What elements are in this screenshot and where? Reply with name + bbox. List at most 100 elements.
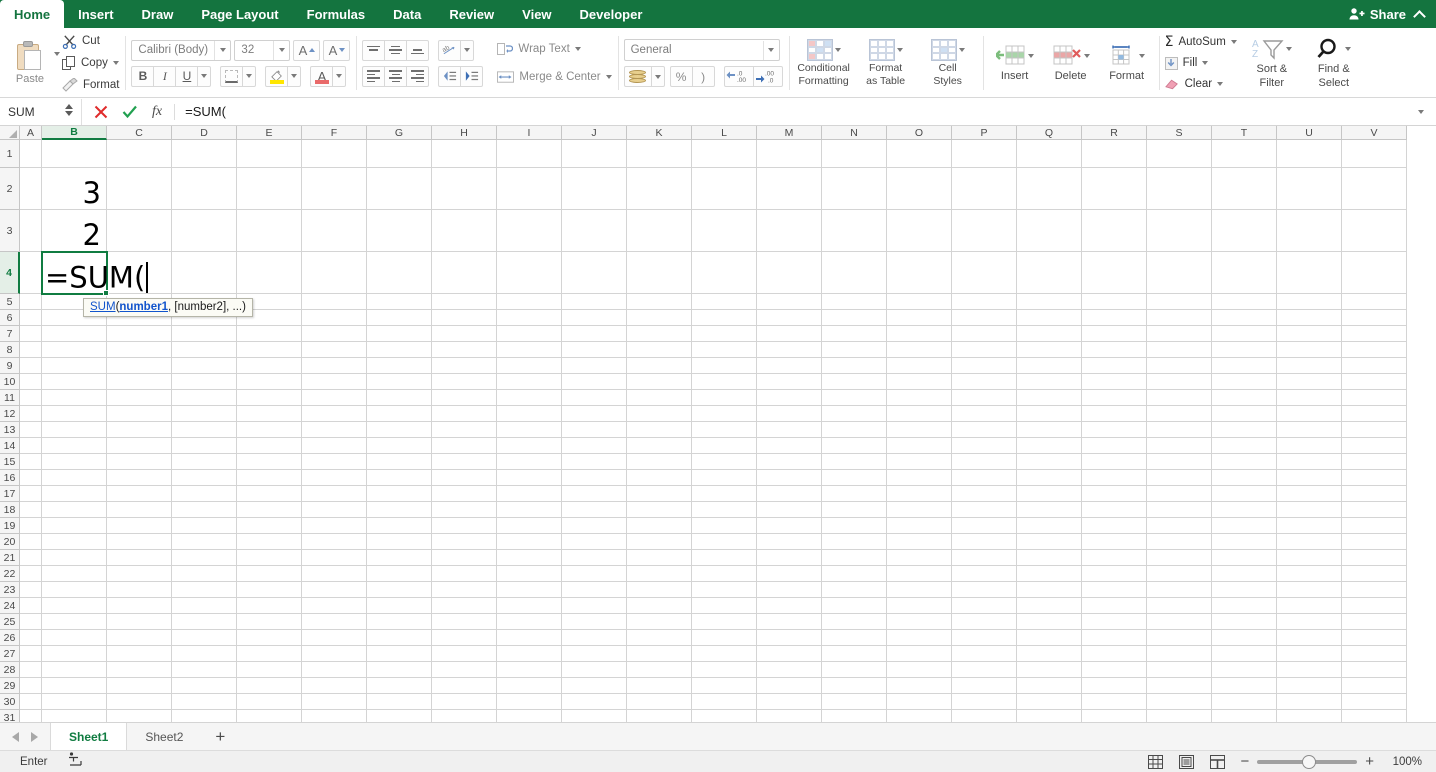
cell-M31[interactable] [757,710,822,722]
cell-T6[interactable] [1212,310,1277,326]
cell-D2[interactable] [172,168,237,210]
zoom-slider[interactable] [1257,760,1357,764]
cell-R18[interactable] [1082,502,1147,518]
cell-F28[interactable] [302,662,367,678]
cell-L22[interactable] [692,566,757,582]
format-cells-dropdown-icon[interactable] [1139,54,1145,58]
cell-L14[interactable] [692,438,757,454]
cell-S16[interactable] [1147,470,1212,486]
cell-Q13[interactable] [1017,422,1082,438]
cell-I11[interactable] [497,390,562,406]
cell-A22[interactable] [20,566,42,582]
cell-G11[interactable] [367,390,432,406]
row-header-19[interactable]: 19 [0,518,20,534]
cell-S18[interactable] [1147,502,1212,518]
cell-S27[interactable] [1147,646,1212,662]
cell-D14[interactable] [172,438,237,454]
fill-color-button[interactable] [265,66,288,87]
cell-Q7[interactable] [1017,326,1082,342]
cell-O20[interactable] [887,534,952,550]
insert-function-icon[interactable]: fx [152,104,162,120]
cell-M8[interactable] [757,342,822,358]
cell-U12[interactable] [1277,406,1342,422]
cell-S31[interactable] [1147,710,1212,722]
cell-S2[interactable] [1147,168,1212,210]
cancel-icon[interactable] [94,105,108,119]
tab-formulas[interactable]: Formulas [293,0,380,28]
cell-N4[interactable] [822,252,887,294]
cell-B29[interactable] [42,678,107,694]
font-color-button[interactable]: A [310,66,333,87]
cell-R10[interactable] [1082,374,1147,390]
cell-O7[interactable] [887,326,952,342]
cell-Q26[interactable] [1017,630,1082,646]
cell-styles-dropdown-icon[interactable] [959,48,965,52]
sort-filter-button[interactable]: A Z Sort & Filter [1245,37,1299,89]
cell-O31[interactable] [887,710,952,722]
cell-V28[interactable] [1342,662,1407,678]
cell-V17[interactable] [1342,486,1407,502]
cell-M12[interactable] [757,406,822,422]
cell-L25[interactable] [692,614,757,630]
cell-H21[interactable] [432,550,497,566]
cell-N23[interactable] [822,582,887,598]
cell-Q20[interactable] [1017,534,1082,550]
cell-D13[interactable] [172,422,237,438]
cell-N15[interactable] [822,454,887,470]
cell-I16[interactable] [497,470,562,486]
cell-I22[interactable] [497,566,562,582]
cell-F24[interactable] [302,598,367,614]
cell-H26[interactable] [432,630,497,646]
cell-Q12[interactable] [1017,406,1082,422]
cell-T10[interactable] [1212,374,1277,390]
cell-Q8[interactable] [1017,342,1082,358]
cell-B15[interactable] [42,454,107,470]
cell-F18[interactable] [302,502,367,518]
column-header-g[interactable]: G [367,126,432,140]
cell-R14[interactable] [1082,438,1147,454]
cell-F10[interactable] [302,374,367,390]
cell-B24[interactable] [42,598,107,614]
select-all-corner[interactable] [0,126,20,140]
cell-V2[interactable] [1342,168,1407,210]
cell-H31[interactable] [432,710,497,722]
cell-A9[interactable] [20,358,42,374]
cell-L21[interactable] [692,550,757,566]
cell-T31[interactable] [1212,710,1277,722]
cell-R22[interactable] [1082,566,1147,582]
cell-T8[interactable] [1212,342,1277,358]
cell-A1[interactable] [20,140,42,168]
cell-R8[interactable] [1082,342,1147,358]
cell-T21[interactable] [1212,550,1277,566]
cell-S22[interactable] [1147,566,1212,582]
cell-N16[interactable] [822,470,887,486]
active-cell-b4[interactable]: =SUM( [41,251,108,295]
copy-dropdown-icon[interactable] [113,61,119,65]
cell-K2[interactable] [627,168,692,210]
cell-S12[interactable] [1147,406,1212,422]
cell-D27[interactable] [172,646,237,662]
tab-insert[interactable]: Insert [64,0,127,28]
row-header-20[interactable]: 20 [0,534,20,550]
cell-R20[interactable] [1082,534,1147,550]
cell-M22[interactable] [757,566,822,582]
cell-U1[interactable] [1277,140,1342,168]
cell-C14[interactable] [107,438,172,454]
decrease-font-size-button[interactable]: A [323,40,350,61]
cell-Q1[interactable] [1017,140,1082,168]
column-header-j[interactable]: J [562,126,627,140]
number-format-combo[interactable]: General [624,39,780,61]
cell-T26[interactable] [1212,630,1277,646]
cell-D17[interactable] [172,486,237,502]
cell-M30[interactable] [757,694,822,710]
cell-U31[interactable] [1277,710,1342,722]
cell-U15[interactable] [1277,454,1342,470]
cell-Q3[interactable] [1017,210,1082,252]
cell-J20[interactable] [562,534,627,550]
cell-N18[interactable] [822,502,887,518]
cell-F13[interactable] [302,422,367,438]
cell-O2[interactable] [887,168,952,210]
cell-M3[interactable] [757,210,822,252]
cell-F7[interactable] [302,326,367,342]
row-header-22[interactable]: 22 [0,566,20,582]
